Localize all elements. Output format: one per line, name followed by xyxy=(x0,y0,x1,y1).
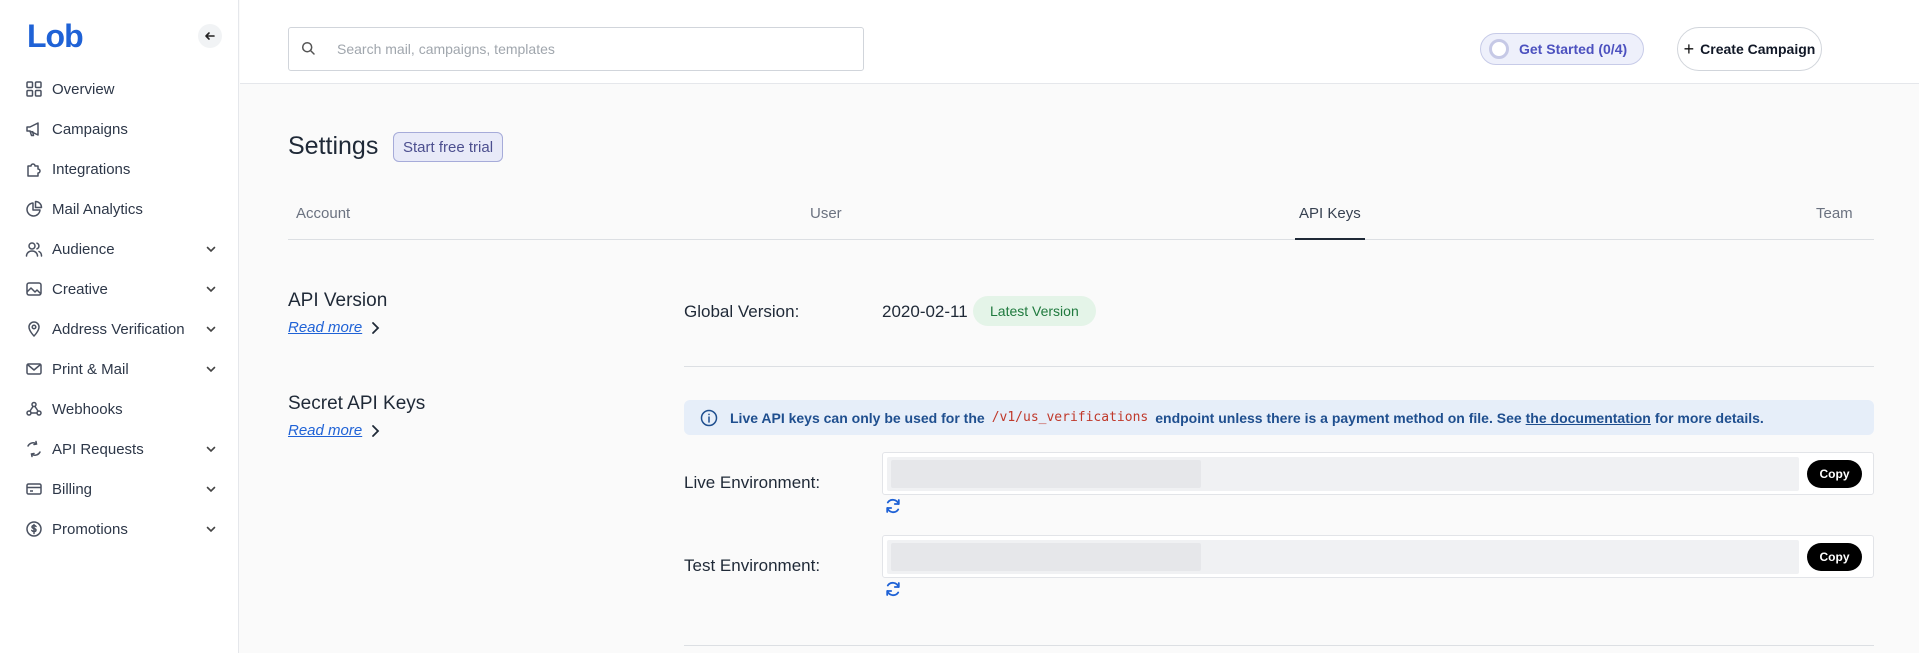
get-started-label: Get Started (0/4) xyxy=(1519,41,1628,57)
latest-version-badge: Latest Version xyxy=(973,296,1096,326)
chevron-down-icon xyxy=(204,362,218,376)
location-pin-icon xyxy=(24,319,44,339)
plus-icon: + xyxy=(1683,39,1695,59)
copy-test-key-button[interactable]: Copy xyxy=(1807,543,1862,571)
live-environment-label: Live Environment: xyxy=(684,473,821,492)
api-icon xyxy=(24,439,44,459)
start-free-trial-badge[interactable]: Start free trial xyxy=(393,132,504,162)
sidebar-item-label: API Requests xyxy=(52,440,144,458)
tab-account[interactable]: Account xyxy=(296,195,350,240)
info-icon xyxy=(700,409,718,427)
search-box[interactable] xyxy=(288,27,864,71)
live-key-box: Copy xyxy=(882,452,1874,495)
chevron-down-icon xyxy=(204,322,218,336)
banner-text-mid: endpoint unless there is a payment metho… xyxy=(1155,409,1522,426)
users-icon xyxy=(24,239,44,259)
envelope-icon xyxy=(24,359,44,379)
banner-text-post: for more details. xyxy=(1654,409,1764,426)
grid-icon xyxy=(24,79,44,99)
sidebar-item-audience[interactable]: Audience xyxy=(0,229,238,269)
create-campaign-button[interactable]: + Create Campaign xyxy=(1677,27,1822,71)
sidebar-nav: Overview Campaigns Integrations Mail Ana… xyxy=(0,69,238,549)
live-keys-info-banner: Live API keys can only be used for the /… xyxy=(684,400,1874,435)
tab-team[interactable]: Team xyxy=(1816,195,1853,240)
sidebar-item-overview[interactable]: Overview xyxy=(0,69,238,109)
sidebar-item-mail-analytics[interactable]: Mail Analytics xyxy=(0,189,238,229)
pie-chart-icon xyxy=(24,199,44,219)
key-mask xyxy=(891,543,1201,571)
key-mask xyxy=(891,460,1201,488)
section-divider xyxy=(684,366,1874,367)
page-title: Settings xyxy=(288,132,379,160)
lob-logo[interactable]: Lob xyxy=(27,18,84,55)
create-campaign-label: Create Campaign xyxy=(1700,41,1816,57)
sidebar-item-label: Campaigns xyxy=(52,120,128,138)
sidebar-item-label: Billing xyxy=(52,480,93,498)
chevron-right-icon xyxy=(370,321,380,335)
sidebar-item-address-verification[interactable]: Address Verification xyxy=(0,309,238,349)
sidebar-item-label: Creative xyxy=(52,280,108,298)
puzzle-icon xyxy=(24,159,44,179)
settings-tabs: Account User API Keys Team xyxy=(288,195,1874,240)
secret-keys-read-more-link[interactable]: Read more xyxy=(288,422,380,439)
chevron-right-icon xyxy=(370,424,380,438)
credit-card-icon xyxy=(24,479,44,499)
banner-text-pre: Live API keys can only be used for the xyxy=(730,409,985,426)
refresh-live-key-icon[interactable] xyxy=(884,497,902,515)
sidebar-item-label: Promotions xyxy=(52,520,128,538)
test-key-field[interactable] xyxy=(887,540,1799,574)
get-started-button[interactable]: Get Started (0/4) xyxy=(1480,33,1644,65)
tab-api-keys[interactable]: API Keys xyxy=(1295,195,1365,240)
sidebar-item-campaigns[interactable]: Campaigns xyxy=(0,109,238,149)
chevron-down-icon xyxy=(204,442,218,456)
sidebar: Lob Overview Campaigns Integrations Mail… xyxy=(0,0,239,653)
sidebar-item-label: Integrations xyxy=(52,160,131,178)
test-environment-label: Test Environment: xyxy=(684,556,821,575)
chevron-down-icon xyxy=(204,242,218,256)
collapse-sidebar-button[interactable] xyxy=(198,24,222,48)
sidebar-item-promotions[interactable]: Promotions xyxy=(0,509,238,549)
sidebar-item-label: Overview xyxy=(52,80,115,98)
sidebar-item-integrations[interactable]: Integrations xyxy=(0,149,238,189)
sidebar-item-creative[interactable]: Creative xyxy=(0,269,238,309)
arrow-left-icon xyxy=(205,32,215,40)
sidebar-item-webhooks[interactable]: Webhooks xyxy=(0,389,238,429)
documentation-link[interactable]: the documentation xyxy=(1526,410,1651,426)
chevron-down-icon xyxy=(204,522,218,536)
read-more-label: Read more xyxy=(288,319,363,336)
secret-api-keys-title: Secret API Keys xyxy=(288,393,426,414)
global-version-label: Global Version: xyxy=(684,302,800,321)
sidebar-item-label: Webhooks xyxy=(52,400,123,418)
sidebar-item-label: Mail Analytics xyxy=(52,200,143,218)
live-key-field[interactable] xyxy=(887,457,1799,491)
megaphone-icon xyxy=(24,119,44,139)
chevron-down-icon xyxy=(204,482,218,496)
api-version-read-more-link[interactable]: Read more xyxy=(288,319,380,336)
sidebar-item-label: Address Verification xyxy=(52,320,185,338)
image-icon xyxy=(24,279,44,299)
sidebar-item-label: Print & Mail xyxy=(52,360,129,378)
copy-live-key-button[interactable]: Copy xyxy=(1807,460,1862,488)
progress-ring-icon xyxy=(1489,39,1509,59)
webhook-icon xyxy=(24,399,44,419)
read-more-label: Read more xyxy=(288,422,363,439)
section-divider xyxy=(684,645,1874,646)
dollar-circle-icon xyxy=(24,519,44,539)
global-version-value: 2020-02-11 xyxy=(882,302,968,321)
sidebar-item-billing[interactable]: Billing xyxy=(0,469,238,509)
tab-user[interactable]: User xyxy=(810,195,842,240)
sidebar-item-label: Audience xyxy=(52,240,115,258)
refresh-test-key-icon[interactable] xyxy=(884,580,902,598)
search-icon xyxy=(301,41,316,61)
search-input[interactable] xyxy=(337,28,857,70)
sidebar-item-print-mail[interactable]: Print & Mail xyxy=(0,349,238,389)
api-version-title: API Version xyxy=(288,290,388,311)
sidebar-item-api-requests[interactable]: API Requests xyxy=(0,429,238,469)
top-bar: Get Started (0/4) + Create Campaign xyxy=(240,0,1919,84)
endpoint-code: /v1/us_verifications xyxy=(991,410,1149,425)
chevron-down-icon xyxy=(204,282,218,296)
test-key-box: Copy xyxy=(882,535,1874,578)
